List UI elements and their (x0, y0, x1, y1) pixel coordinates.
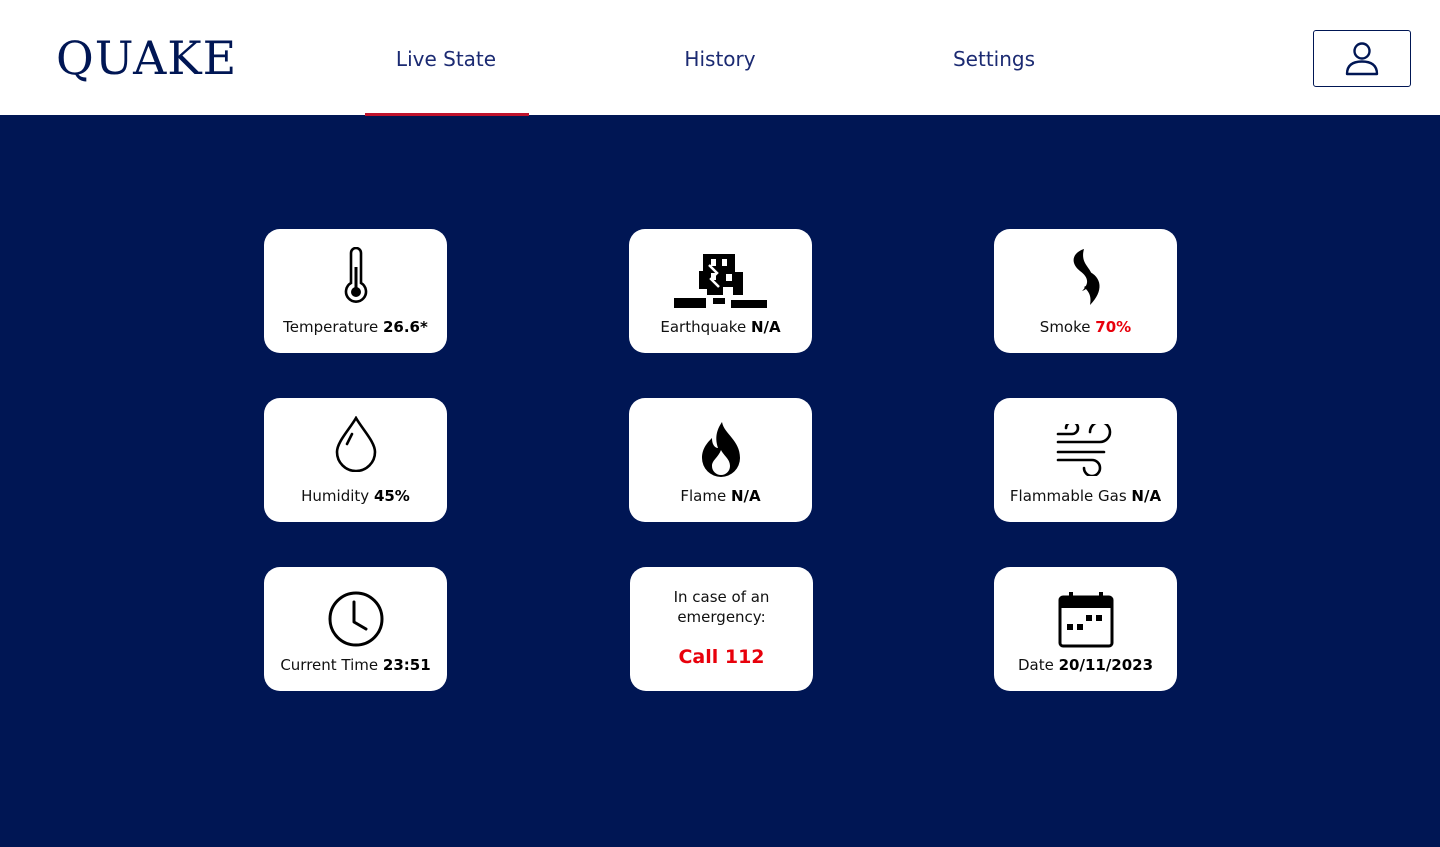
flame-label: Flame (680, 487, 727, 505)
emergency-line-2: emergency: (677, 608, 766, 626)
user-account-button[interactable] (1313, 30, 1411, 87)
date-card: Date 20/11/2023 (994, 567, 1177, 691)
current-time-card: Current Time 23:51 (264, 567, 447, 691)
clock-icon (328, 591, 383, 647)
active-tab-indicator (365, 113, 529, 116)
thermometer-icon (344, 247, 367, 303)
emergency-card: In case of an emergency: Call 112 (630, 567, 813, 691)
smoke-label: Smoke (1039, 318, 1091, 336)
smoke-value: 70% (1095, 318, 1132, 336)
temperature-value: 26.6* (382, 318, 428, 336)
emergency-message: In case of an emergency: (630, 587, 813, 627)
smoke-card: Smoke 70% (994, 229, 1177, 353)
wind-icon (1056, 424, 1111, 476)
date-value: 20/11/2023 (1058, 656, 1154, 674)
temperature-card: Temperature 26.6* (264, 229, 447, 353)
flame-icon (701, 422, 740, 477)
flammable-gas-reading: Flammable Gas N/A (994, 487, 1177, 505)
nav-tab-settings[interactable]: Settings (914, 44, 1074, 74)
current-time-reading: Current Time 23:51 (264, 656, 447, 674)
date-label: Date (1017, 656, 1054, 674)
humidity-value: 45% (373, 487, 410, 505)
droplet-icon (335, 416, 376, 472)
emergency-line-1: In case of an (673, 588, 770, 606)
earthquake-card: Earthquake N/A (629, 229, 812, 353)
flame-card: Flame N/A (629, 398, 812, 522)
user-icon (1345, 41, 1379, 75)
smoke-icon (1073, 249, 1100, 305)
temperature-label: Temperature (283, 318, 379, 336)
top-header: QUAKE Live State History Settings (0, 0, 1440, 116)
flammable-gas-card: Flammable Gas N/A (994, 398, 1177, 522)
flame-value: N/A (730, 487, 761, 505)
nav-tab-history[interactable]: History (640, 44, 800, 74)
humidity-reading: Humidity 45% (264, 487, 447, 505)
current-time-label: Current Time (280, 656, 379, 674)
flammable-gas-label: Flammable Gas (1009, 487, 1127, 505)
current-time-value: 23:51 (382, 656, 431, 674)
app-logo[interactable]: QUAKE (56, 30, 237, 86)
flame-reading: Flame N/A (629, 487, 812, 505)
date-reading: Date 20/11/2023 (994, 656, 1177, 674)
temperature-reading: Temperature 26.6* (264, 318, 447, 336)
nav-tab-live-state[interactable]: Live State (366, 44, 526, 74)
humidity-label: Humidity (301, 487, 370, 505)
earthquake-label: Earthquake (660, 318, 747, 336)
earthquake-value: N/A (750, 318, 781, 336)
smoke-reading: Smoke 70% (994, 318, 1177, 336)
emergency-call-number[interactable]: Call 112 (630, 646, 813, 668)
earthquake-icon (673, 254, 767, 308)
humidity-card: Humidity 45% (264, 398, 447, 522)
calendar-icon (1058, 592, 1113, 648)
earthquake-reading: Earthquake N/A (629, 318, 812, 336)
flammable-gas-value: N/A (1131, 487, 1162, 505)
